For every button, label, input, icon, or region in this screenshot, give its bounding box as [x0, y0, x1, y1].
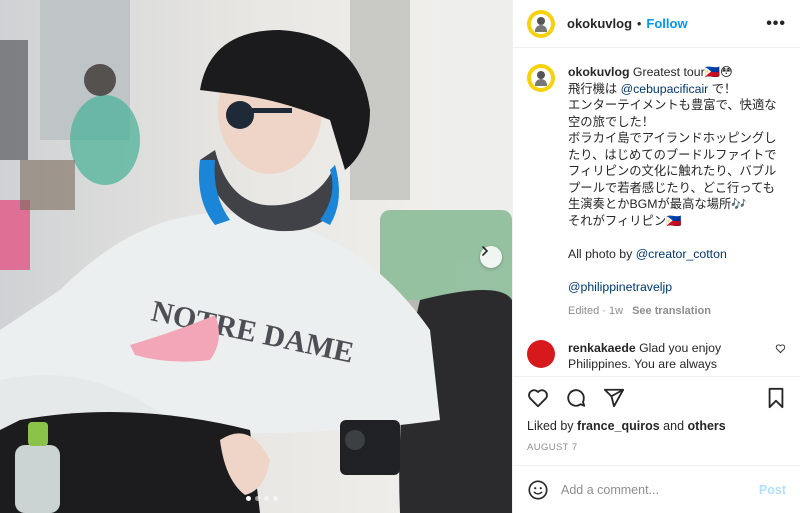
action-bar [527, 377, 786, 419]
likes-mid: and [659, 419, 688, 433]
likes-summary: Liked by france_quiros and others [527, 419, 786, 433]
paper-plane-icon[interactable] [603, 387, 625, 409]
more-options-icon[interactable]: ••• [766, 15, 786, 33]
next-slide-button[interactable] [480, 246, 502, 268]
post-header: okokuvlog • Follow ••• [513, 0, 800, 48]
caption-avatar[interactable] [527, 64, 555, 92]
caption-line2-pre: 飛行機は [568, 81, 621, 96]
caption-line1: Greatest tour🇵🇭😳 [629, 65, 733, 79]
post-date[interactable]: AUGUST 7 [527, 442, 786, 453]
mention-airline[interactable]: @cebupacificair [621, 82, 709, 96]
photo-illustration: NOTRE DAME [0, 0, 512, 513]
likes-user[interactable]: france_quiros [577, 419, 660, 433]
commenter-username[interactable]: renkakaede [568, 341, 636, 355]
likes-pre: Liked by [527, 419, 578, 433]
caption-body: エンターテイメントも豊富で、快適な空の旅でした！ ボラカイ島でアイランドホッピン… [568, 98, 777, 228]
carousel-dot [273, 496, 278, 501]
add-comment-bar: Post [513, 465, 800, 513]
follow-button[interactable]: Follow [646, 16, 687, 31]
mention-tourism[interactable]: @philippinetraveljp [568, 280, 672, 294]
caption-line2-post: で！ [708, 81, 737, 96]
likes-others[interactable]: others [688, 419, 726, 433]
actions-area: Liked by france_quiros and others AUGUST… [513, 376, 800, 465]
credit-pre: All photo by [568, 246, 636, 261]
edited-time: Edited · 1w [568, 305, 624, 317]
instagram-post: NOTRE DAME okokuvlog • Follow ••• okokuv… [0, 0, 800, 513]
smiley-icon[interactable] [527, 479, 549, 501]
heart-icon[interactable] [527, 387, 549, 409]
author-avatar[interactable] [527, 9, 555, 38]
comment-item: renkakaede Glad you enjoy Philippines. Y… [527, 339, 786, 377]
bookmark-icon[interactable] [766, 387, 786, 409]
carousel-dot [255, 496, 260, 501]
comment-icon[interactable] [565, 387, 587, 409]
post-panel: okokuvlog • Follow ••• okokuvlog Greates… [512, 0, 800, 513]
author-username[interactable]: okokuvlog [567, 16, 632, 31]
mention-creator[interactable]: @creator_cotton [636, 247, 727, 261]
caption: okokuvlog Greatest tour🇵🇭😳 飛行機は @cebupac… [527, 64, 786, 320]
heart-icon[interactable] [775, 343, 786, 354]
commenter-avatar[interactable] [527, 339, 555, 368]
separator-dot: • [637, 16, 642, 31]
comment-input[interactable] [561, 482, 759, 497]
post-photo[interactable]: NOTRE DAME [0, 0, 512, 513]
caption-meta: Edited · 1w See translation [568, 303, 786, 320]
carousel-dot [264, 496, 269, 501]
caption-username[interactable]: okokuvlog [568, 65, 630, 79]
comments-section[interactable]: okokuvlog Greatest tour🇵🇭😳 飛行機は @cebupac… [513, 48, 800, 376]
carousel-dot [246, 496, 251, 501]
comment-text: renkakaede Glad you enjoy Philippines. Y… [568, 340, 756, 377]
see-translation-button[interactable]: See translation [632, 305, 711, 317]
post-button[interactable]: Post [759, 483, 786, 497]
caption-text: okokuvlog Greatest tour🇵🇭😳 飛行機は @cebupac… [568, 64, 786, 320]
carousel-indicator [246, 496, 278, 501]
chevron-right-icon [482, 246, 489, 256]
